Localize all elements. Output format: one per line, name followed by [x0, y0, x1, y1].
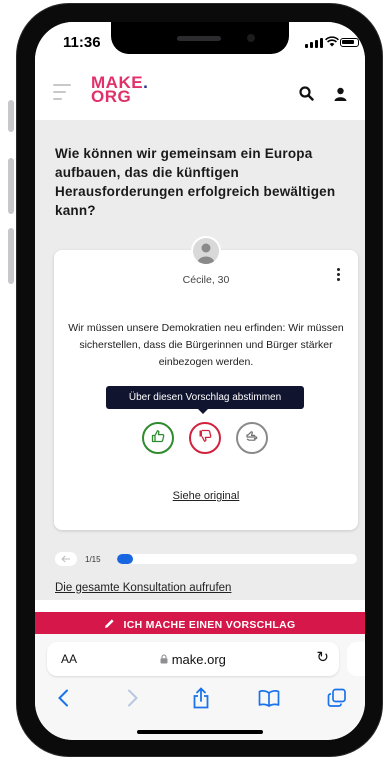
see-original-link[interactable]: Siehe original [54, 490, 358, 502]
back-arrow-icon[interactable] [51, 686, 75, 710]
side-button-mute [8, 100, 14, 132]
side-button-volume-down [8, 228, 14, 284]
forward-arrow-icon[interactable] [121, 686, 145, 710]
proposal-text: Wir müssen unsere Demokratien neu erfind… [68, 322, 344, 368]
proposal-pager: 1/15 [55, 552, 359, 566]
neutral-button[interactable] [236, 422, 268, 454]
address-text: make.org [47, 652, 339, 667]
reload-icon[interactable]: ↻ [316, 648, 329, 666]
site-header: MAKE. ORG [35, 68, 365, 120]
thumbs-up-icon [151, 429, 165, 448]
progress-fill [117, 554, 134, 564]
menu-icon[interactable] [53, 84, 71, 105]
avatar [191, 236, 221, 266]
share-icon[interactable] [189, 686, 213, 710]
signal-icon [305, 38, 323, 48]
proposal-author: Cécile, 30 [182, 274, 230, 286]
logo-org: ORG [91, 87, 132, 106]
user-icon[interactable] [334, 87, 347, 106]
previous-button[interactable] [55, 552, 77, 566]
speaker-grille [177, 36, 221, 41]
notch [111, 22, 289, 54]
pencil-icon [104, 618, 115, 632]
progress-bar [117, 554, 357, 564]
lock-icon [160, 652, 172, 667]
hand-neutral-icon [245, 429, 259, 448]
logo-dot: . [143, 73, 149, 92]
make-org-logo[interactable]: MAKE. ORG [91, 73, 149, 106]
tabs-icon[interactable] [325, 686, 349, 710]
browser-toolbar: AA make.org ↻ [35, 634, 365, 740]
disagree-button[interactable] [189, 422, 221, 454]
consultation-question: Wie können wir gemeinsam ein Europa aufb… [55, 146, 336, 218]
front-camera [247, 34, 255, 42]
arrow-left-icon [61, 550, 71, 568]
pager-count: 1/15 [85, 554, 101, 564]
more-options-icon[interactable] [337, 268, 340, 283]
phone-screen: 11:36 MAKE. ORG Wie können wir gemeinsam… [35, 22, 365, 740]
search-icon[interactable] [299, 86, 314, 106]
proposal-card: Cécile, 30 Wir müssen unsere Demokratien… [54, 236, 358, 530]
all-consultation-link[interactable]: Die gesamte Konsultation aufrufen [55, 582, 231, 594]
agree-button[interactable] [142, 422, 174, 454]
battery-icon [340, 38, 359, 47]
main-content: Wie können wir gemeinsam ein Europa aufb… [35, 120, 365, 600]
thumbs-down-icon [198, 429, 212, 448]
side-button-volume-up [8, 158, 14, 214]
wifi-icon [325, 36, 339, 50]
address-bar[interactable]: AA make.org ↻ [47, 642, 339, 676]
vote-buttons [142, 422, 268, 454]
status-time: 11:36 [63, 34, 101, 51]
home-indicator [137, 730, 263, 734]
make-proposal-label: ICH MACHE EINEN VORSCHLAG [123, 619, 296, 631]
bookmarks-icon[interactable] [257, 686, 281, 710]
next-tab-preview[interactable] [347, 642, 365, 676]
url-label: make.org [171, 652, 226, 667]
status-bar: 11:36 [35, 22, 365, 70]
vote-tooltip: Über diesen Vorschlag abstimmen [106, 386, 304, 414]
